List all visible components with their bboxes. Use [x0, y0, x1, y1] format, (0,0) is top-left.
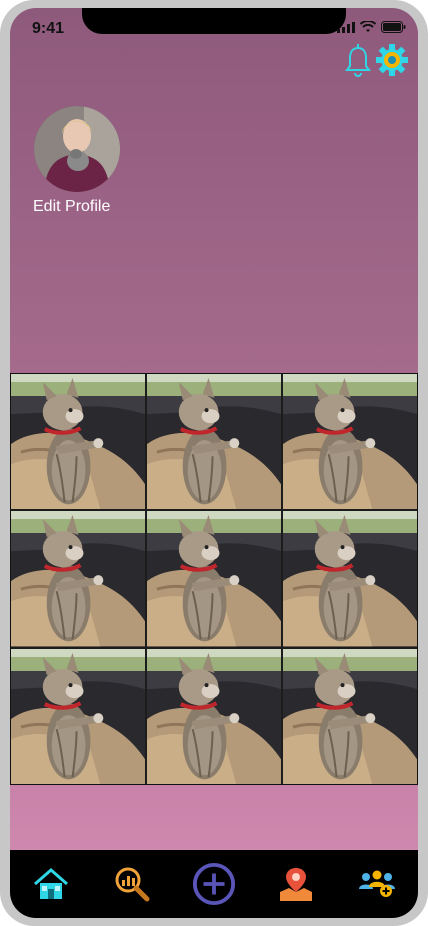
- gallery-item[interactable]: [283, 649, 417, 784]
- kitten-photo: [147, 511, 281, 646]
- tab-search[interactable]: [110, 862, 154, 906]
- tab-home[interactable]: [29, 862, 73, 906]
- tab-bar: [10, 850, 418, 918]
- phone-frame: 9:41 Edit Profile: [0, 0, 428, 926]
- kitten-photo: [283, 374, 417, 509]
- tab-add[interactable]: [192, 862, 236, 906]
- kitten-photo: [147, 374, 281, 509]
- kitten-photo: [283, 511, 417, 646]
- gallery-item[interactable]: [11, 649, 145, 784]
- kitten-photo: [147, 649, 281, 784]
- map-pin-icon: [279, 868, 312, 901]
- kitten-photo: [283, 649, 417, 784]
- gallery-item[interactable]: [147, 374, 281, 509]
- profile-photo: [34, 106, 120, 192]
- screen: 9:41 Edit Profile: [10, 8, 418, 918]
- kitten-photo: [11, 511, 145, 646]
- header-actions: [344, 44, 408, 78]
- battery-icon: [381, 21, 406, 33]
- kitten-photo: [11, 649, 145, 784]
- signal-icon: [337, 21, 355, 33]
- status-time: 9:41: [32, 20, 65, 37]
- tab-map[interactable]: [274, 862, 318, 906]
- gallery-item[interactable]: [11, 511, 145, 646]
- search-analytics-icon: [115, 867, 150, 902]
- bell-icon[interactable]: [344, 44, 372, 78]
- status-icons: [337, 21, 406, 33]
- gallery-item[interactable]: [283, 374, 417, 509]
- gallery-item[interactable]: [11, 374, 145, 509]
- add-icon: [192, 862, 236, 906]
- gallery-item[interactable]: [147, 511, 281, 646]
- wifi-icon: [360, 21, 376, 32]
- tab-friends[interactable]: [355, 862, 399, 906]
- gallery-item[interactable]: [283, 511, 417, 646]
- add-friends-icon: [359, 870, 396, 897]
- gallery-item[interactable]: [147, 649, 281, 784]
- gear-icon[interactable]: [376, 44, 408, 76]
- home-icon: [33, 868, 68, 899]
- kitten-photo: [11, 374, 145, 509]
- profile-avatar[interactable]: [34, 106, 120, 192]
- notch: [82, 8, 346, 34]
- photo-grid: [10, 373, 418, 785]
- edit-profile-link[interactable]: Edit Profile: [33, 198, 110, 216]
